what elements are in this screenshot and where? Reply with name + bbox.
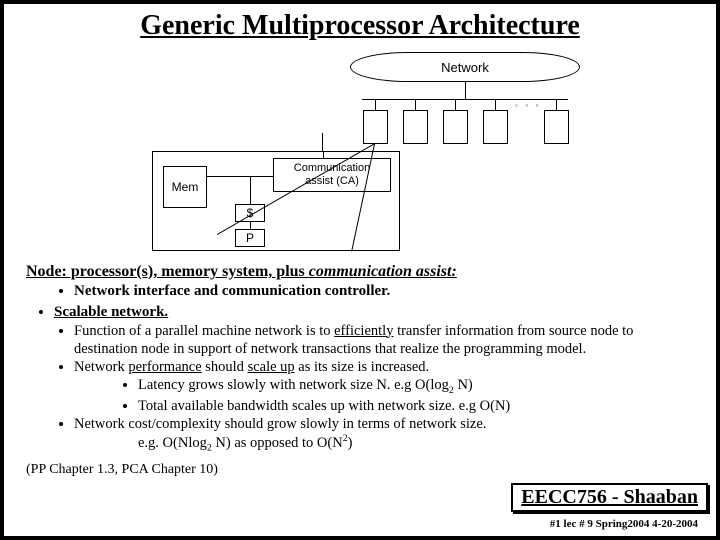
ellipsis-icon: ○ ○ ○ <box>515 104 542 109</box>
bullet-cost: Network cost/complexity should grow slow… <box>74 415 700 433</box>
text: as its size is increased. <box>295 359 430 375</box>
bullet-latency: Latency grows slowly with network size N… <box>138 376 700 397</box>
diagram-line <box>415 99 416 110</box>
bullet-function: Function of a parallel machine network i… <box>74 322 700 358</box>
diagram-line <box>250 176 251 204</box>
slide-footer: #1 lec # 9 Spring2004 4-20-2004 <box>550 518 698 530</box>
text: e.g. O(Nlog <box>138 435 207 451</box>
network-node-box <box>443 110 468 144</box>
diagram-line <box>207 176 273 177</box>
diagram-line <box>455 99 456 110</box>
performance-sublist: Latency grows slowly with network size N… <box>138 376 700 415</box>
diagram-line <box>375 99 376 110</box>
node-assist: communication assist: <box>309 263 457 280</box>
bullet-bandwidth: Total available bandwidth scales up with… <box>138 397 700 415</box>
text: N) as opposed to O(N <box>212 435 343 451</box>
processor-box: P <box>235 229 265 247</box>
node-definition: Node: processor(s), memory system, plus … <box>26 262 700 282</box>
network-node-box <box>544 110 569 144</box>
text: Function of a parallel machine network i… <box>74 323 334 339</box>
text-underline: efficiently <box>334 323 393 339</box>
diagram-line <box>323 152 324 158</box>
text: Latency grows slowly with network size N… <box>138 377 449 393</box>
diagram-line <box>322 133 323 151</box>
detail-list: Function of a parallel machine network i… <box>74 322 700 376</box>
text-underline: scale up <box>248 359 295 375</box>
cost-example: e.g. O(Nlog2 N) as opposed to O(N2) <box>138 433 700 455</box>
node-sub-item: Network interface and communication cont… <box>74 282 700 301</box>
scalable-list: Scalable network. <box>54 303 700 322</box>
text: ) <box>348 435 353 451</box>
network-oval: Network <box>350 52 580 82</box>
diagram-line <box>362 99 568 100</box>
slide-title: Generic Multiprocessor Architecture <box>20 10 700 42</box>
cache-box: $ <box>235 204 265 222</box>
bullet-performance: Network performance should scale up as i… <box>74 358 700 376</box>
network-node-box <box>403 110 428 144</box>
references: (PP Chapter 1.3, PCA Chapter 10) <box>26 461 700 479</box>
mem-box: Mem <box>163 166 207 208</box>
body-content: Node: processor(s), memory system, plus … <box>20 262 700 479</box>
network-node-box <box>363 110 388 144</box>
node-sublist: Network interface and communication cont… <box>74 282 700 301</box>
diagram-line <box>250 222 251 229</box>
text: should <box>202 359 248 375</box>
text: N) <box>454 377 473 393</box>
architecture-diagram: Network ○ ○ ○ Mem Communication assist (… <box>120 48 600 258</box>
scalable-heading: Scalable network. <box>54 303 700 322</box>
detail-list-cont: Network cost/complexity should grow slow… <box>74 415 700 433</box>
diagram-line <box>495 99 496 110</box>
diagram-line <box>556 99 557 110</box>
diagram-line <box>465 82 466 99</box>
ca-box: Communication assist (CA) <box>273 158 391 192</box>
node-detail-box: Mem Communication assist (CA) $ P <box>152 151 400 251</box>
text: Network <box>74 359 128 375</box>
course-badge: EECC756 - Shaaban <box>511 483 708 512</box>
ca-label: Communication assist (CA) <box>294 162 370 188</box>
network-node-box <box>483 110 508 144</box>
slide: Generic Multiprocessor Architecture Netw… <box>0 0 720 540</box>
text-underline: performance <box>128 359 201 375</box>
node-prefix: Node: processor(s), memory system, plus <box>26 263 309 280</box>
